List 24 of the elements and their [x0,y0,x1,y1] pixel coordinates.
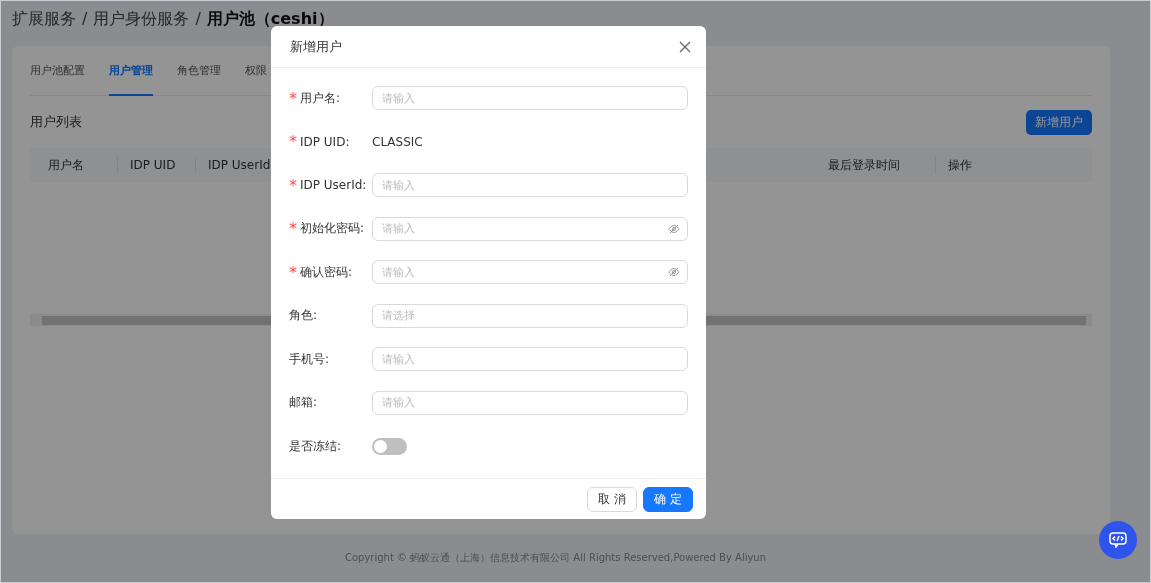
required-mark: * [289,175,297,195]
breadcrumb-separator: / [195,9,201,28]
dialog-title: 新增用户 [290,37,342,56]
breadcrumb-separator: / [82,9,88,28]
required-mark: * [289,132,297,151]
field-label: 角色: [289,307,318,324]
column-header: 操作 [947,156,973,174]
required-mark: * [289,88,297,108]
column-header: IDP UID [118,158,196,172]
field-label: 手机号: [289,350,330,368]
field-label: 用户名: [300,89,341,107]
column-header: IDP UserId [207,158,272,172]
field-label: IDP UserId: [300,178,367,192]
required-mark: * [289,219,297,238]
field-label: 邮箱: [289,394,318,411]
column-header: 最后登录时间 [828,156,936,174]
field-value: CLASSIC [372,134,423,149]
list-title: 用户列表 [30,113,82,131]
field-label: 初始化密码: [300,220,365,237]
required-mark: * [289,262,297,282]
field-label: 是否冻结: [289,437,342,455]
field-label: IDP UID: [300,134,350,149]
field-label: 确认密码: [300,263,353,281]
column-header: 用户名 [30,156,118,174]
